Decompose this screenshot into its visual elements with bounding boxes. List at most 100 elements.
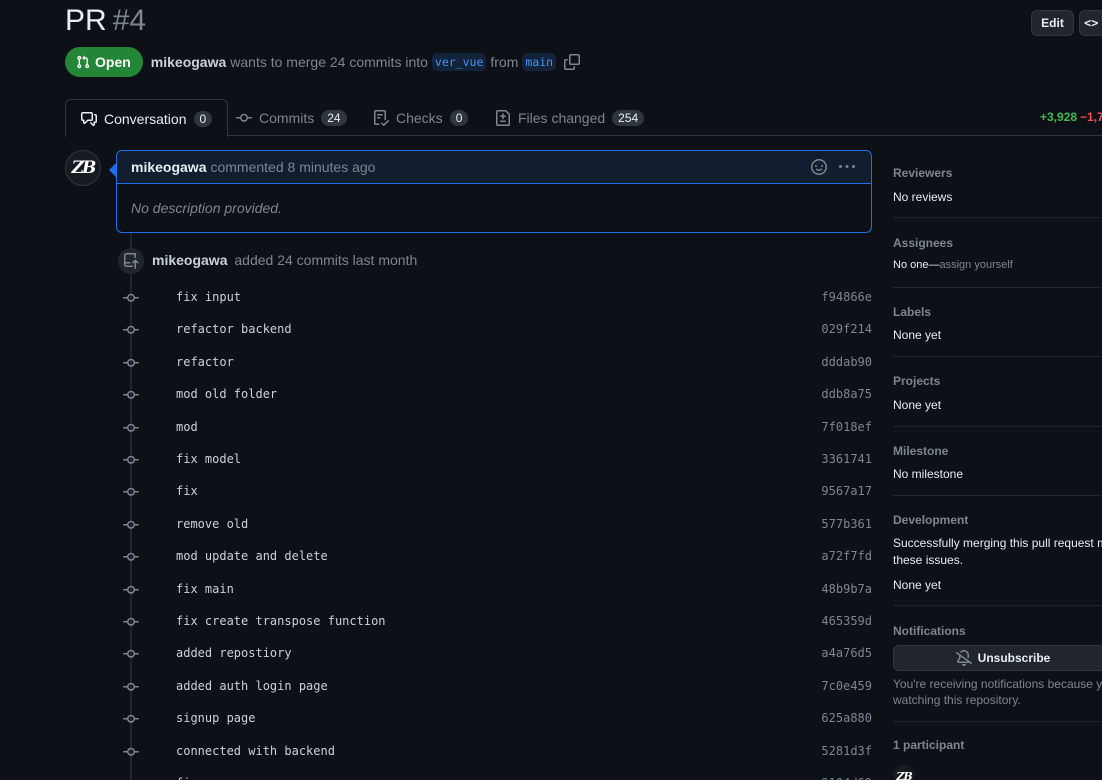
commit-message[interactable]: mod <box>176 420 198 434</box>
commit-message[interactable]: refactor backend <box>176 322 292 336</box>
milestone-heading[interactable]: Milestone <box>893 444 948 458</box>
commit-message[interactable]: signup page <box>176 711 255 725</box>
commit-row[interactable]: fix model 3361741 <box>118 449 872 469</box>
tab-checks[interactable]: Checks 0 <box>373 99 469 136</box>
commit-row[interactable]: remove old 577b361 <box>118 514 872 534</box>
commit-sha[interactable]: 5281d3f <box>821 744 872 758</box>
commit-message[interactable]: remove old <box>176 517 248 531</box>
merge-text: wants to merge 24 commits into <box>230 54 428 70</box>
commit-icon <box>123 585 139 594</box>
bell-slash-icon <box>955 650 972 666</box>
commit-row[interactable]: refactor dddab90 <box>118 352 872 372</box>
commit-message[interactable]: fix create transpose function <box>176 614 386 628</box>
commit-row[interactable]: added repostiory a4a76d5 <box>118 643 872 663</box>
comment-discussion-icon <box>81 111 97 126</box>
commit-sha[interactable]: 577b361 <box>821 517 872 531</box>
commit-row[interactable]: mod old folder ddb8a75 <box>118 384 872 404</box>
commit-sha[interactable]: 7f018ef <box>821 420 872 434</box>
sidebar-projects[interactable]: Projects None yet <box>893 357 1102 427</box>
sidebar-assignees[interactable]: Assignees No one—assign yourself <box>893 218 1102 288</box>
commit-row[interactable]: mod update and delete a72f7fd <box>118 546 872 566</box>
commit-message[interactable]: mod old folder <box>176 387 277 401</box>
commit-message[interactable]: fix main <box>176 582 234 596</box>
assign-yourself-link[interactable]: assign yourself <box>939 259 1012 271</box>
development-text-1: Successfully merging this pull request m… <box>893 536 1102 550</box>
commit-row[interactable]: fix 9567a17 <box>118 481 872 501</box>
copy-icon[interactable] <box>564 54 581 70</box>
commit-sha[interactable]: f94866e <box>821 290 872 304</box>
participant-avatar[interactable]: ZB <box>893 765 915 780</box>
commit-sha[interactable]: 625a880 <box>821 711 872 725</box>
commit-message[interactable]: added auth login page <box>176 679 328 693</box>
head-branch[interactable]: main <box>522 53 557 71</box>
labels-heading[interactable]: Labels <box>893 305 931 319</box>
commit-icon <box>123 617 139 626</box>
tab-conversation[interactable]: Conversation 0 <box>65 99 229 137</box>
commit-row[interactable]: connected with backend 5281d3f <box>118 741 872 761</box>
tab-files-changed[interactable]: Files changed 254 <box>495 99 645 136</box>
commit-message[interactable]: connected with backend <box>176 744 335 758</box>
commit-sha[interactable]: 029f214 <box>821 322 872 336</box>
commit-row[interactable]: signup page 625a880 <box>118 708 872 728</box>
event-author-link[interactable]: mikeogawa <box>152 252 227 268</box>
commit-sha[interactable]: a4a76d5 <box>821 646 872 660</box>
from-text: from <box>490 54 519 70</box>
projects-value: None yet <box>893 398 942 412</box>
event-text: added 24 commits last month <box>234 252 418 268</box>
reviewers-heading[interactable]: Reviewers <box>893 166 952 180</box>
commit-row[interactable]: fix input f94866e <box>118 287 872 307</box>
commit-row[interactable]: fix 2104d69 <box>118 773 872 780</box>
diffstat-deletions: −1,7 <box>1080 110 1102 124</box>
avatar[interactable]: ZB <box>65 150 101 186</box>
pr-author-link[interactable]: mikeogawa <box>151 54 226 70</box>
sidebar-development[interactable]: Development Successfully merging this pu… <box>893 496 1102 606</box>
commit-icon <box>123 488 139 497</box>
commit-message[interactable]: mod update and delete <box>176 549 328 563</box>
comment-box: mikeogawa commented 8 minutes ago No des… <box>109 150 872 233</box>
commit-sha[interactable]: 7c0e459 <box>821 679 872 693</box>
sidebar-reviewers[interactable]: Reviewers No reviews <box>893 150 1102 218</box>
tab-checks-label: Checks <box>396 109 443 126</box>
commit-sha[interactable]: 465359d <box>821 614 872 628</box>
commit-sha[interactable]: a72f7fd <box>821 549 872 563</box>
commit-row[interactable]: refactor backend 029f214 <box>118 319 872 339</box>
commit-sha[interactable]: dddab90 <box>821 355 872 369</box>
commit-message[interactable]: added repostiory <box>176 646 292 660</box>
commit-row[interactable]: fix main 48b9b7a <box>118 579 872 599</box>
projects-heading[interactable]: Projects <box>893 374 940 388</box>
commit-sha[interactable]: 48b9b7a <box>821 582 872 596</box>
commit-sha[interactable]: ddb8a75 <box>821 387 872 401</box>
commit-row[interactable]: fix create transpose function 465359d <box>118 611 872 631</box>
notifications-note-line-2: watching this repository. <box>893 693 1021 707</box>
commit-icon <box>123 358 139 367</box>
commit-sha[interactable]: 2104d69 <box>821 776 872 780</box>
development-text-2: these issues. <box>893 553 964 567</box>
sidebar-milestone[interactable]: Milestone No milestone <box>893 427 1102 496</box>
commit-message[interactable]: fix input <box>176 290 241 304</box>
commit-sha[interactable]: 3361741 <box>821 452 872 466</box>
commit-icon <box>123 650 139 659</box>
commit-row[interactable]: mod 7f018ef <box>118 417 872 437</box>
code-button[interactable]: <> <box>1079 10 1102 36</box>
checklist-icon <box>374 109 389 126</box>
participants-heading: 1 participant <box>893 738 965 752</box>
commit-row[interactable]: added auth login page 7c0e459 <box>118 676 872 696</box>
commit-message[interactable]: refactor <box>176 355 234 369</box>
timeline-line <box>130 233 132 780</box>
kebab-horizontal-icon[interactable] <box>839 159 855 175</box>
tab-commits[interactable]: Commits 24 <box>236 99 347 136</box>
unsubscribe-label: Unsubscribe <box>977 651 1051 665</box>
development-heading[interactable]: Development <box>893 513 968 527</box>
comment-author-link[interactable]: mikeogawa <box>131 159 206 175</box>
base-branch[interactable]: ver_vue <box>431 53 487 71</box>
commit-message[interactable]: fix model <box>176 452 241 466</box>
assignees-heading[interactable]: Assignees <box>893 236 953 250</box>
sidebar-labels[interactable]: Labels None yet <box>893 288 1102 357</box>
unsubscribe-button[interactable]: Unsubscribe <box>893 645 1102 671</box>
edit-button[interactable]: Edit <box>1031 10 1074 36</box>
commit-message[interactable]: fix <box>176 484 198 498</box>
commit-sha[interactable]: 9567a17 <box>821 484 872 498</box>
commit-message[interactable]: fix <box>176 776 198 780</box>
smiley-icon[interactable] <box>811 159 827 175</box>
file-diff-icon <box>496 109 510 126</box>
